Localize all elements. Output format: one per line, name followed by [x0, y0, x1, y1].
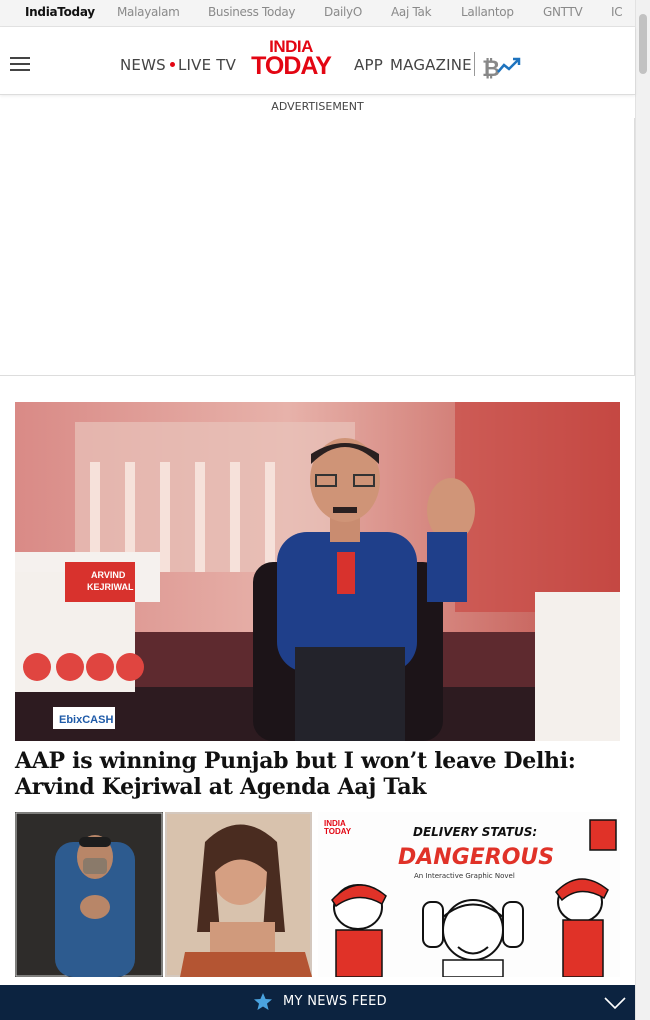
- chevron-down-icon[interactable]: [604, 995, 626, 1014]
- scrollbar-thumb[interactable]: [639, 14, 647, 74]
- logo-line2: TODAY: [251, 52, 332, 80]
- site-header: NEWS LIVE TV INDIA TODAY APP MAGAZINE ₿: [0, 27, 635, 95]
- nav-news[interactable]: NEWS: [120, 56, 166, 74]
- banner-name-line2: KEJRIWAL: [87, 582, 134, 592]
- hero-image[interactable]: ARVIND KEJRIWAL EbixCASH: [15, 402, 620, 741]
- story-thumbnail-1[interactable]: [15, 812, 312, 977]
- menu-icon[interactable]: [10, 57, 30, 71]
- svg-text:₿: ₿: [482, 57, 500, 80]
- live-dot-icon: [170, 62, 175, 67]
- network-link-aaj-tak[interactable]: Aaj Tak: [391, 5, 432, 19]
- ad-slot[interactable]: [0, 118, 635, 376]
- my-news-feed-label: MY NEWS FEED: [283, 994, 387, 1009]
- network-link-business-today[interactable]: Business Today: [208, 5, 296, 19]
- network-link-dailyo[interactable]: DailyO: [324, 5, 362, 19]
- star-icon: [253, 992, 273, 1016]
- thumb-title-line1: DELIVERY STATUS:: [413, 825, 537, 839]
- banner-name-line1: ARVIND: [91, 570, 126, 580]
- crypto-trend-icon[interactable]: ₿: [482, 52, 524, 82]
- network-link-indiatoday[interactable]: IndiaToday: [25, 5, 95, 19]
- page-scrollbar[interactable]: [635, 0, 650, 1020]
- ad-label: ADVERTISEMENT: [271, 100, 364, 113]
- nav-live-tv[interactable]: LIVE TV: [178, 56, 236, 74]
- network-link-ic[interactable]: IC: [611, 5, 623, 19]
- thumb-logo-line2: TODAY: [324, 827, 352, 836]
- thumb-title-line2: DANGEROUS: [398, 845, 554, 870]
- network-nav: IndiaToday Malayalam Business Today Dail…: [0, 0, 635, 27]
- network-link-gnttv[interactable]: GNTTV: [543, 5, 583, 19]
- header-divider: [474, 52, 475, 76]
- nav-magazine[interactable]: MAGAZINE: [390, 56, 472, 74]
- india-today-logo[interactable]: INDIA TODAY: [250, 38, 332, 80]
- story-thumbnail-2[interactable]: INDIA TODAY DELIVERY STATUS: DANGEROUS A…: [318, 812, 620, 977]
- sponsor-logo: EbixCASH: [59, 714, 113, 726]
- hero-headline-link[interactable]: AAP is winning Punjab but I won’t leave …: [15, 748, 620, 800]
- network-link-malayalam[interactable]: Malayalam: [117, 5, 180, 19]
- network-link-lallantop[interactable]: Lallantop: [461, 5, 514, 19]
- nav-app[interactable]: APP: [354, 56, 383, 74]
- thumb-subtitle: An Interactive Graphic Novel: [414, 872, 515, 880]
- my-news-feed-bar[interactable]: MY NEWS FEED: [0, 985, 635, 1020]
